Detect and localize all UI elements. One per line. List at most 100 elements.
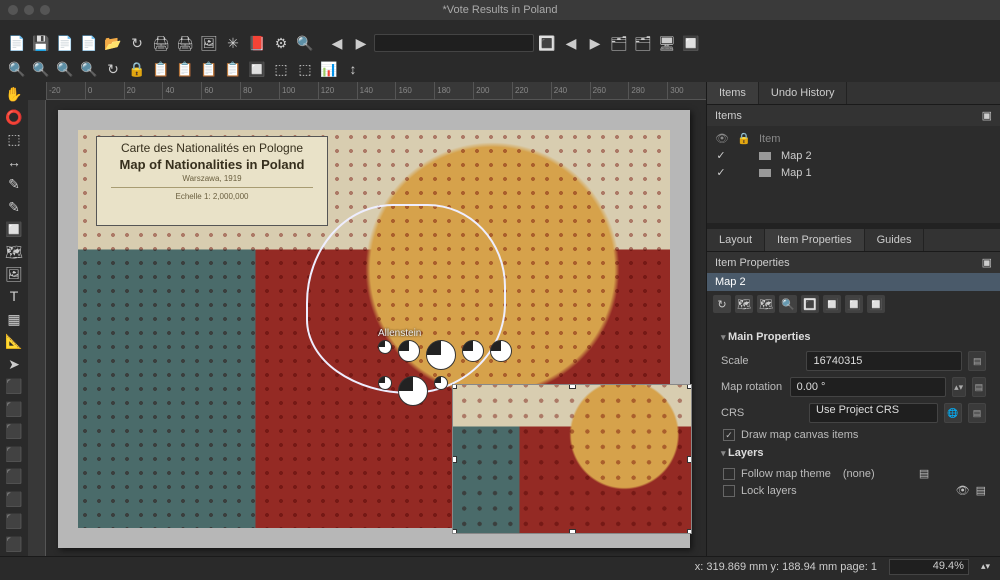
tab-layout[interactable]: Layout bbox=[707, 229, 765, 251]
zoom-input[interactable]: 49.4% bbox=[889, 559, 969, 575]
toolbar-button[interactable]: ↔ bbox=[2, 151, 26, 171]
data-override-icon[interactable]: ▤ bbox=[972, 377, 986, 397]
toolbar-button[interactable]: 🖨 bbox=[150, 32, 172, 54]
toolbar-combo[interactable] bbox=[374, 34, 534, 52]
toolbar-button[interactable]: 📂 bbox=[102, 32, 124, 54]
toolbar-button[interactable]: 📕 bbox=[246, 32, 268, 54]
toolbar-button[interactable]: ↻ bbox=[126, 32, 148, 54]
toolbar-button[interactable]: ⬛ bbox=[2, 533, 26, 553]
toolbar-button[interactable]: 🔳 bbox=[536, 32, 558, 54]
menu-bar[interactable] bbox=[0, 20, 1000, 30]
toolbar-button[interactable]: ▦ bbox=[2, 309, 26, 329]
items-list[interactable]: 👁 🔒 Item ✓ Map 2 ✓ Map 1 bbox=[707, 126, 1000, 185]
toolbar-button[interactable]: 📋 bbox=[222, 58, 244, 80]
toolbar-button[interactable]: ⬚ bbox=[270, 58, 292, 80]
toolbar-button[interactable]: ⚙ bbox=[270, 32, 292, 54]
toolbar-button[interactable]: 💾 bbox=[30, 32, 52, 54]
map-toolbar-button[interactable]: 🔲 bbox=[845, 295, 863, 313]
toolbar-button[interactable]: 🗂 bbox=[608, 32, 630, 54]
crs-picker-icon[interactable]: 🌐 bbox=[944, 403, 962, 423]
toolbar-button[interactable]: 🖥 bbox=[656, 32, 678, 54]
toolbar-button[interactable]: 📄 bbox=[78, 32, 100, 54]
visibility-check[interactable]: ✓ bbox=[715, 149, 727, 162]
toolbar-button[interactable]: 🔍 bbox=[54, 58, 76, 80]
toolbar-button[interactable]: 🔍 bbox=[6, 58, 28, 80]
data-override-icon[interactable]: ▤ bbox=[968, 351, 986, 371]
toolbar-button[interactable]: 📋 bbox=[174, 58, 196, 80]
map-toolbar-button[interactable]: 🔲 bbox=[867, 295, 885, 313]
tab-items[interactable]: Items bbox=[707, 82, 759, 104]
toolbar-button[interactable]: 🖨 bbox=[174, 32, 196, 54]
toolbar-button[interactable]: ⭕ bbox=[2, 106, 26, 126]
panel-menu-icon[interactable]: ▣ bbox=[982, 109, 992, 122]
close-icon[interactable] bbox=[8, 5, 18, 15]
map-item-2[interactable] bbox=[452, 384, 692, 534]
map-toolbar-button[interactable]: 🔳 bbox=[801, 295, 819, 313]
toolbar-button[interactable]: ✎ bbox=[2, 174, 26, 194]
toolbar-button[interactable]: ✋ bbox=[2, 84, 26, 104]
toolbar-button[interactable]: 🔍 bbox=[30, 58, 52, 80]
draw-canvas-checkbox[interactable]: ✓ bbox=[723, 429, 735, 441]
toolbar-button[interactable]: 📊 bbox=[318, 58, 340, 80]
toolbar-button[interactable]: 📋 bbox=[198, 58, 220, 80]
toolbar-button[interactable]: ✳ bbox=[222, 32, 244, 54]
toolbar-button[interactable]: 🔒 bbox=[126, 58, 148, 80]
map-toolbar-button[interactable]: 🔲 bbox=[823, 295, 841, 313]
toolbar-button[interactable]: ▶ bbox=[350, 32, 372, 54]
minimize-icon[interactable] bbox=[24, 5, 34, 15]
crs-select[interactable]: Use Project CRS bbox=[809, 403, 938, 423]
tab-undo-history[interactable]: Undo History bbox=[759, 82, 848, 104]
toolbar-button[interactable]: ⬛ bbox=[2, 444, 26, 464]
toolbar-button[interactable]: ⬛ bbox=[2, 376, 26, 396]
layout-canvas[interactable]: -200204060801001201401601802002202402602… bbox=[28, 82, 706, 556]
toolbar-button[interactable]: 🖼 bbox=[2, 264, 26, 284]
toolbar-button[interactable]: 🗺 bbox=[2, 241, 26, 261]
toolbar-button[interactable]: ⬚ bbox=[294, 58, 316, 80]
scale-input[interactable] bbox=[806, 351, 962, 371]
data-override-icon[interactable]: ▤ bbox=[968, 403, 986, 423]
data-override-icon[interactable]: ▤ bbox=[919, 467, 929, 480]
toolbar-button[interactable]: ⬛ bbox=[2, 511, 26, 531]
preset-icon[interactable]: 👁 bbox=[956, 484, 970, 497]
toolbar-button[interactable]: ➤ bbox=[2, 354, 26, 374]
toolbar-button[interactable]: 🔲 bbox=[2, 219, 26, 239]
toolbar-button[interactable]: 🖼 bbox=[198, 32, 220, 54]
map-toolbar-button[interactable]: 🔍 bbox=[779, 295, 797, 313]
toolbar-button[interactable]: 📋 bbox=[150, 58, 172, 80]
follow-theme-checkbox[interactable] bbox=[723, 468, 735, 480]
window-controls[interactable] bbox=[8, 5, 50, 15]
toolbar-button[interactable]: 📄 bbox=[6, 32, 28, 54]
toolbar-button[interactable]: ◀ bbox=[326, 32, 348, 54]
toolbar-button[interactable]: ⬛ bbox=[2, 399, 26, 419]
toolbar-button[interactable]: ✎ bbox=[2, 196, 26, 216]
map-toolbar-button[interactable]: ↻ bbox=[713, 295, 731, 313]
map-toolbar-button[interactable]: 🗺 bbox=[735, 295, 753, 313]
zoom-icon[interactable] bbox=[40, 5, 50, 15]
list-item[interactable]: ✓ Map 2 bbox=[715, 147, 992, 164]
toolbar-button[interactable]: ↻ bbox=[102, 58, 124, 80]
lock-layers-checkbox[interactable] bbox=[723, 485, 735, 497]
toolbar-button[interactable]: T bbox=[2, 286, 26, 306]
toolbar-button[interactable]: ⬛ bbox=[2, 466, 26, 486]
follow-theme-select[interactable]: (none) bbox=[843, 468, 913, 480]
toolbar-button[interactable]: 🔍 bbox=[78, 58, 100, 80]
toolbar-button[interactable]: ◀ bbox=[560, 32, 582, 54]
toolbar-button[interactable]: ⬚ bbox=[2, 129, 26, 149]
group-main-properties[interactable]: Main Properties bbox=[721, 331, 986, 343]
toolbar-button[interactable]: 🔲 bbox=[246, 58, 268, 80]
toolbar-button[interactable]: 🗂 bbox=[632, 32, 654, 54]
stepper-icon[interactable]: ▴▾ bbox=[981, 561, 990, 572]
tab-item-properties[interactable]: Item Properties bbox=[765, 229, 865, 251]
visibility-check[interactable]: ✓ bbox=[715, 166, 727, 179]
toolbar-button[interactable]: ⬛ bbox=[2, 421, 26, 441]
group-layers[interactable]: Layers bbox=[721, 447, 986, 459]
stepper-icon[interactable]: ▴▾ bbox=[952, 377, 966, 397]
toolbar-button[interactable]: 📄 bbox=[54, 32, 76, 54]
toolbar-button[interactable]: 📐 bbox=[2, 331, 26, 351]
toolbar-button[interactable]: ↕ bbox=[342, 58, 364, 80]
toolbar-button[interactable]: ▶ bbox=[584, 32, 606, 54]
rotation-input[interactable] bbox=[790, 377, 946, 397]
map-toolbar-button[interactable]: 🗺 bbox=[757, 295, 775, 313]
list-item[interactable]: ✓ Map 1 bbox=[715, 164, 992, 181]
layout-page[interactable]: Carte des Nationalités en Pologne Map of… bbox=[58, 110, 690, 548]
